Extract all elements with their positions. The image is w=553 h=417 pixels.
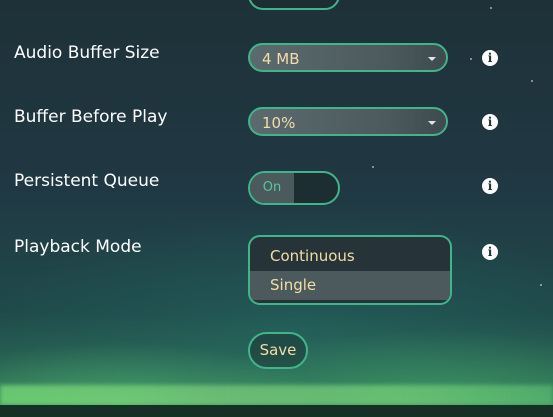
aurora-glow <box>0 385 553 405</box>
buffer-before-play-label: Buffer Before Play <box>14 107 168 127</box>
buffer-before-play-value: 10% <box>262 114 296 132</box>
star <box>540 284 542 286</box>
audio-buffer-size-select[interactable]: 4 MB <box>248 43 448 72</box>
info-icon[interactable]: i <box>482 50 498 66</box>
persistent-queue-toggle[interactable]: On <box>248 171 340 205</box>
info-icon[interactable]: i <box>482 178 498 194</box>
star <box>470 58 472 60</box>
audio-buffer-size-label: Audio Buffer Size <box>14 43 160 63</box>
save-button[interactable]: Save <box>248 332 308 369</box>
playback-mode-option-continuous[interactable]: Continuous <box>250 242 450 271</box>
toggle-on-label: On <box>250 173 294 203</box>
playback-mode-listbox[interactable]: Continuous Single <box>248 235 452 305</box>
info-icon[interactable]: i <box>482 114 498 130</box>
star <box>372 166 374 168</box>
playback-mode-label: Playback Mode <box>14 237 142 257</box>
cropped-toggle[interactable] <box>248 0 340 10</box>
caret-down-icon <box>428 57 436 61</box>
ground-strip <box>0 405 553 417</box>
playback-mode-option-single[interactable]: Single <box>250 271 450 300</box>
star <box>490 7 492 9</box>
star <box>531 80 533 82</box>
caret-down-icon <box>428 121 436 125</box>
buffer-before-play-select[interactable]: 10% <box>248 107 448 136</box>
audio-buffer-size-value: 4 MB <box>262 50 300 68</box>
persistent-queue-label: Persistent Queue <box>14 171 160 191</box>
info-icon[interactable]: i <box>482 244 498 260</box>
